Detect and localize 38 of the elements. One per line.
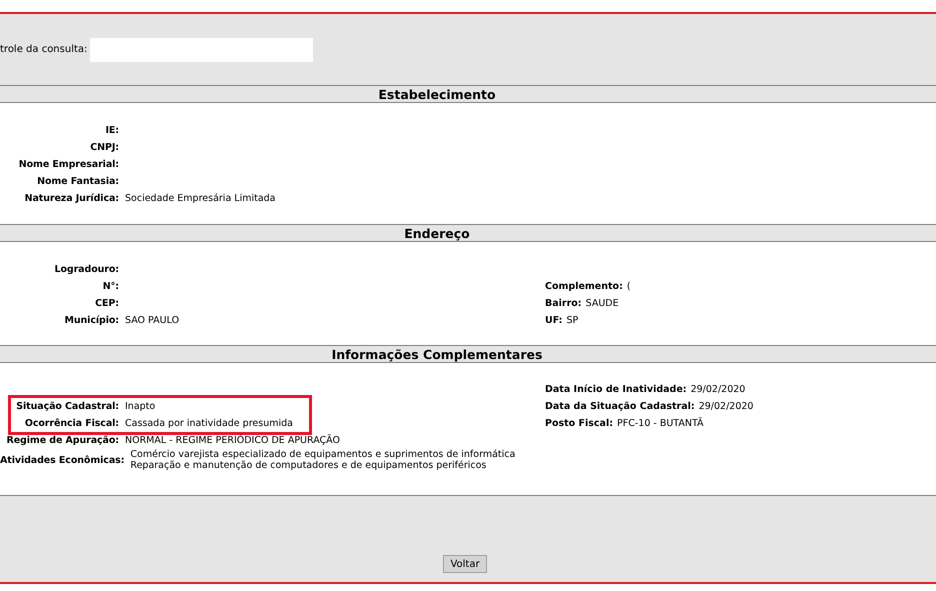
field-label: Nome Fantasia:: [36, 176, 119, 187]
field-label: CEP:: [94, 298, 119, 309]
field-label: Atividades Econômicas:: [0, 454, 124, 466]
field-label: CNPJ:: [89, 142, 119, 153]
field-label: IE:: [104, 125, 119, 136]
field-label: Regime de Apuração:: [6, 435, 119, 446]
field-value: Sociedade Empresária Limitada: [125, 193, 276, 204]
field-label: Posto Fiscal:: [545, 418, 614, 429]
field-value: NORMAL - REGIME PERIÓDICO DE APURAÇÃO: [125, 435, 340, 446]
field-value: PFC-10 - BUTANTÃ: [617, 418, 704, 429]
field-label: trole da consulta:: [0, 44, 88, 55]
field-label: Bairro:: [545, 298, 582, 309]
section-title: Endereço: [404, 226, 470, 240]
field-value: SAUDE: [586, 298, 619, 309]
field-label: Município:: [63, 315, 119, 326]
field-value: (: [626, 281, 631, 292]
field-value: SP: [566, 315, 578, 326]
back-button[interactable]: Voltar: [443, 555, 487, 573]
field-label: Logradouro:: [54, 264, 119, 275]
field-value: Inapto: [125, 401, 156, 412]
field-label: Situação Cadastral:: [15, 401, 119, 412]
field-label: UF:: [545, 315, 562, 326]
section-title: Informações Complementares: [332, 346, 542, 362]
section-title: Estabelecimento: [378, 86, 496, 102]
field-label: Data Início de Inatividade:: [545, 384, 687, 395]
field-label: Natureza Jurídica:: [24, 193, 119, 204]
field-value: 29/02/2020: [698, 401, 754, 412]
input-field[interactable]: [90, 38, 314, 62]
field-value: Comércio varejista especializado de equipamentos e suprimentos de informática: [130, 449, 516, 460]
field-label: Nome Empresarial:: [18, 159, 119, 170]
field-label: Complemento:: [545, 281, 623, 292]
field-value: SAO PAULO: [125, 315, 180, 326]
field-value: Cassada por inatividade presumida: [125, 418, 293, 429]
field-label: Data da Situação Cadastral:: [545, 401, 695, 412]
field-label: Ocorrência Fiscal:: [24, 418, 119, 429]
field-value: Reparação e manutenção de computadores e de equipamentos periféricos: [130, 460, 488, 471]
field-label: N°:: [102, 281, 119, 292]
field-value: 29/02/2020: [690, 384, 746, 395]
